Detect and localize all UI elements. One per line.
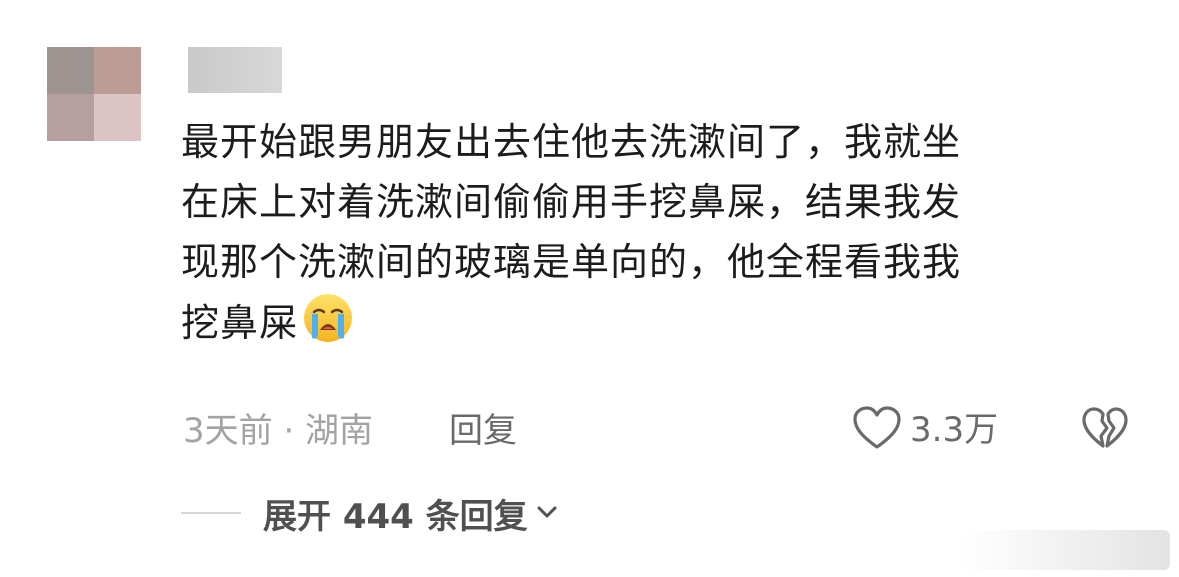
like-count: 3.3万 bbox=[910, 410, 999, 450]
comment-text: 最开始跟男朋友出去住他去洗漱间了，我就坐 在床上对着洗漱间偷偷用手挖鼻屎，结果我… bbox=[181, 112, 1111, 361]
watermark-blur bbox=[962, 530, 1170, 570]
avatar-pixel-block bbox=[94, 47, 141, 94]
comment-line-last: 挖鼻屎 bbox=[181, 292, 1111, 361]
loudly-crying-face-icon bbox=[302, 292, 354, 361]
username-redacted[interactable] bbox=[188, 47, 282, 93]
expand-replies-label: 展开 444 条回复 bbox=[263, 496, 528, 537]
avatar-pixel-block bbox=[47, 47, 94, 94]
avatar[interactable] bbox=[47, 47, 141, 141]
comment-meta: 3天前 · 湖南 bbox=[183, 411, 374, 451]
heart-outline-icon bbox=[852, 405, 902, 455]
reply-button[interactable]: 回复 bbox=[449, 409, 517, 453]
expand-replies-button[interactable]: 展开 444 条回复 bbox=[181, 488, 558, 538]
comment-line: 现那个洗漱间的玻璃是单向的，他全程看我我 bbox=[181, 240, 962, 284]
avatar-pixel-block bbox=[94, 94, 141, 141]
chevron-down-icon bbox=[536, 504, 558, 523]
comment-line: 最开始跟男朋友出去住他去洗漱间了，我就坐 bbox=[181, 120, 962, 164]
broken-heart-icon bbox=[1081, 407, 1129, 456]
avatar-pixel-block bbox=[47, 94, 94, 141]
dislike-button[interactable] bbox=[1081, 406, 1129, 454]
comment-line: 挖鼻屎 bbox=[181, 301, 299, 345]
like-button[interactable]: 3.3万 bbox=[852, 406, 998, 454]
divider-line bbox=[181, 512, 241, 514]
comment-line: 在床上对着洗漱间偷偷用手挖鼻屎，结果我发 bbox=[181, 180, 962, 224]
